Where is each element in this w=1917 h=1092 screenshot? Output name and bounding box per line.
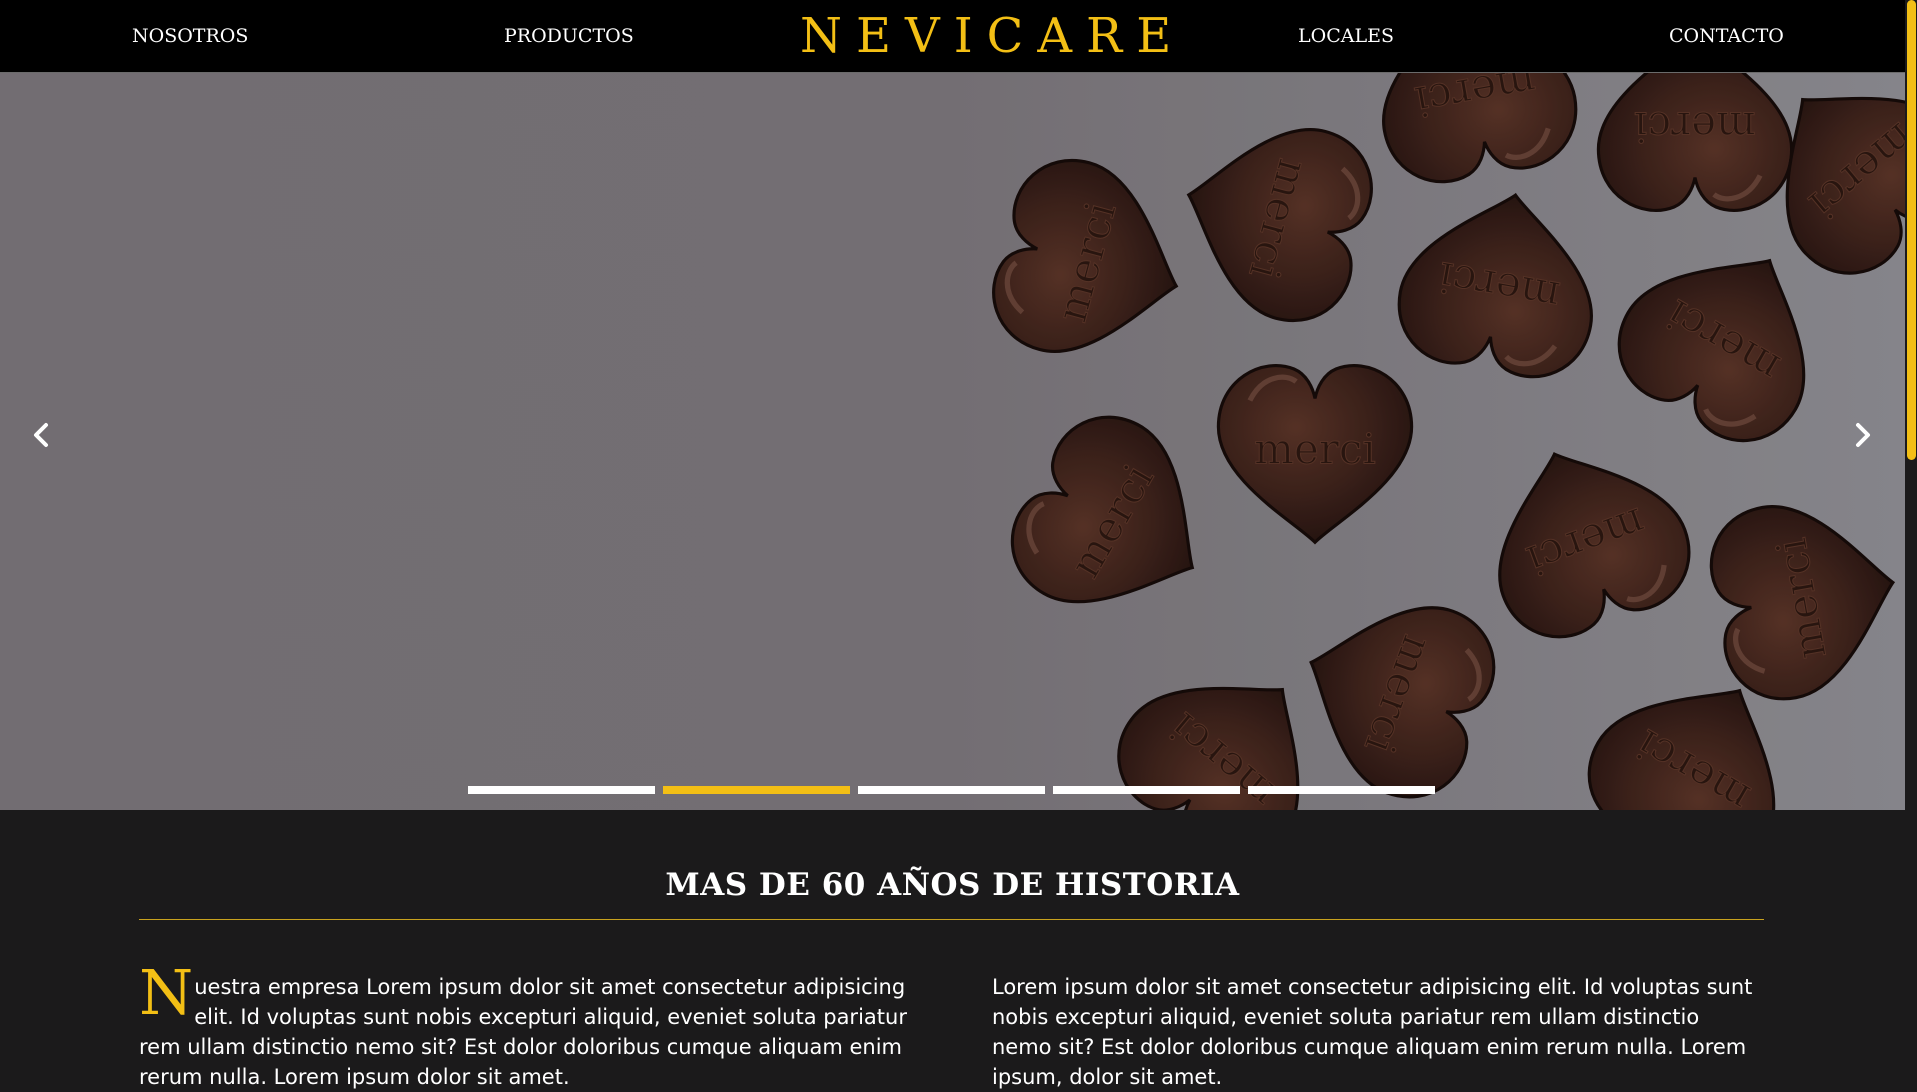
nav-link-productos[interactable]: PRODUCTOS [504, 0, 634, 72]
carousel-indicator-1[interactable] [468, 786, 655, 794]
nav-link-locales[interactable]: LOCALES [1298, 0, 1394, 72]
brand-logo[interactable]: NEVICARE [800, 8, 1185, 64]
history-section: MAS DE 60 AÑOS DE HISTORIA Nuestra empre… [0, 810, 1905, 1089]
page-scrollbar[interactable] [1905, 0, 1917, 1080]
carousel-indicator-2[interactable] [663, 786, 850, 794]
chevron-left-icon [34, 423, 48, 447]
carousel-indicator-5[interactable] [1248, 786, 1435, 794]
carousel-prev-button[interactable] [22, 415, 62, 455]
history-left-paragraph: uestra empresa Lorem ipsum dolor sit ame… [139, 975, 907, 1089]
hero-carousel: merci [0, 73, 1905, 810]
nav-link-contacto[interactable]: CONTACTO [1669, 0, 1784, 72]
history-text-left: Nuestra empresa Lorem ipsum dolor sit am… [139, 962, 939, 1092]
carousel-indicator-4[interactable] [1053, 786, 1240, 794]
carousel-indicator-3[interactable] [858, 786, 1045, 794]
history-title: MAS DE 60 AÑOS DE HISTORIA [665, 867, 1240, 903]
title-divider [139, 919, 1764, 920]
chevron-right-icon [1856, 423, 1870, 447]
history-text-right: Lorem ipsum dolor sit amet consectetur a… [992, 975, 1753, 1089]
drop-cap: N [139, 956, 194, 1029]
carousel-next-button[interactable] [1842, 415, 1882, 455]
top-navbar: NOSOTROS PRODUCTOS NEVICARE LOCALES CONT… [0, 0, 1905, 73]
scrollbar-thumb[interactable] [1907, 0, 1916, 460]
nav-link-nosotros[interactable]: NOSOTROS [132, 0, 248, 72]
carousel-indicators [0, 786, 1905, 796]
hero-chocolate-hearts-image: merci [0, 73, 1905, 810]
